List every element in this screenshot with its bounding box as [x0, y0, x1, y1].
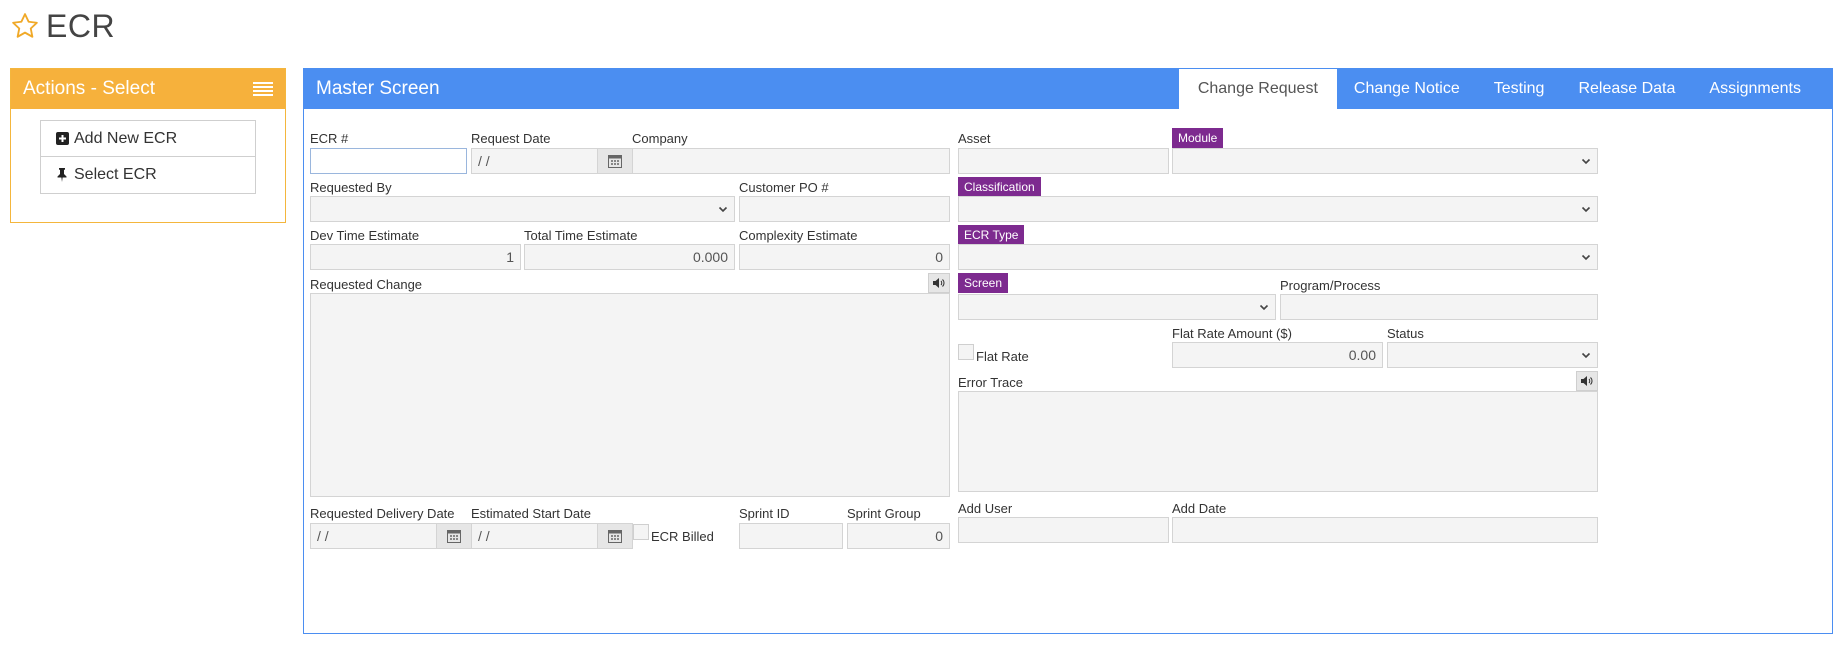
- page-header: ECR: [10, 6, 115, 46]
- add-date-input[interactable]: [1172, 517, 1598, 543]
- screen-label: Screen: [958, 273, 1009, 293]
- estimated-start-input[interactable]: / /: [471, 523, 598, 549]
- error-trace-label: Error Trace: [958, 375, 1024, 390]
- company-input[interactable]: [632, 148, 950, 174]
- company-label: Company: [632, 131, 688, 146]
- tab-bar: Change Request Change Notice Testing Rel…: [1178, 69, 1818, 109]
- ecr-billed-label: ECR Billed: [651, 529, 714, 544]
- chevron-down-icon: [1581, 254, 1591, 261]
- chevron-down-icon: [1259, 304, 1269, 311]
- chevron-down-icon: [1581, 206, 1591, 213]
- request-date-label: Request Date: [471, 131, 551, 146]
- chevron-down-icon: [718, 206, 728, 213]
- program-process-label: Program/Process: [1280, 278, 1381, 293]
- master-screen-panel: Master Screen Change Request Change Noti…: [303, 68, 1833, 634]
- asset-input[interactable]: [958, 148, 1169, 174]
- requested-delivery-input[interactable]: / /: [310, 523, 437, 549]
- customer-po-label: Customer PO #: [739, 180, 829, 195]
- customer-po-input[interactable]: [739, 196, 950, 222]
- actions-list: Add New ECR Select ECR: [40, 120, 256, 194]
- add-new-ecr-button[interactable]: Add New ECR: [40, 120, 256, 157]
- star-outline-icon[interactable]: [10, 11, 40, 41]
- tab-change-request[interactable]: Change Request: [1178, 69, 1337, 109]
- ecr-billed-checkbox[interactable]: [633, 524, 649, 540]
- plus-square-icon: [55, 132, 69, 146]
- complexity-label: Complexity Estimate: [739, 228, 858, 243]
- master-header: Master Screen Change Request Change Noti…: [304, 69, 1832, 109]
- tab-change-notice[interactable]: Change Notice: [1337, 69, 1477, 109]
- flat-rate-label: Flat Rate: [976, 349, 1029, 364]
- page-title: ECR: [46, 7, 116, 44]
- master-title: Master Screen: [316, 78, 440, 99]
- sprint-id-label: Sprint ID: [739, 506, 790, 521]
- speaker-icon[interactable]: [928, 273, 950, 293]
- calendar-icon[interactable]: [436, 523, 472, 549]
- calendar-icon[interactable]: [597, 148, 633, 174]
- tab-release-data[interactable]: Release Data: [1561, 69, 1692, 109]
- speaker-icon[interactable]: [1576, 371, 1598, 391]
- ecr-type-label: ECR Type: [958, 225, 1025, 245]
- requested-change-label: Requested Change: [310, 277, 423, 292]
- ecr-number-input[interactable]: [310, 148, 467, 174]
- ecr-number-label: ECR #: [310, 131, 349, 146]
- classification-select[interactable]: [958, 196, 1598, 222]
- actions-header: Actions - Select: [11, 69, 285, 109]
- calendar-icon[interactable]: [597, 523, 633, 549]
- request-date-input[interactable]: / /: [471, 148, 598, 174]
- sprint-group-label: Sprint Group: [847, 506, 921, 521]
- module-label: Module: [1172, 128, 1224, 148]
- add-user-label: Add User: [958, 501, 1013, 516]
- status-select[interactable]: [1387, 342, 1598, 368]
- dev-time-label: Dev Time Estimate: [310, 228, 420, 243]
- estimated-start-label: Estimated Start Date: [471, 506, 591, 521]
- module-select[interactable]: [1172, 148, 1598, 174]
- add-new-ecr-label: Add New ECR: [74, 129, 178, 147]
- tab-testing[interactable]: Testing: [1477, 69, 1562, 109]
- actions-panel: Actions - Select Add New ECR Select ECR: [10, 68, 286, 223]
- program-process-input[interactable]: [1280, 294, 1598, 320]
- requested-delivery-label: Requested Delivery Date: [310, 506, 455, 521]
- select-ecr-label: Select ECR: [74, 166, 157, 183]
- pushpin-icon: [55, 168, 69, 182]
- flat-rate-amount-label: Flat Rate Amount ($): [1172, 326, 1292, 341]
- actions-title: Actions - Select: [23, 78, 155, 99]
- status-label: Status: [1387, 326, 1424, 341]
- error-trace-textarea[interactable]: [958, 391, 1598, 492]
- asset-label: Asset: [958, 131, 991, 146]
- requested-by-select[interactable]: [310, 196, 735, 222]
- classification-label: Classification: [958, 177, 1041, 197]
- sprint-group-input[interactable]: 0: [847, 523, 950, 549]
- menu-icon[interactable]: [253, 82, 273, 96]
- flat-rate-amount-input[interactable]: 0.00: [1172, 342, 1383, 368]
- requested-change-textarea[interactable]: [310, 293, 950, 497]
- requested-by-label: Requested By: [310, 180, 392, 195]
- add-date-label: Add Date: [1172, 501, 1227, 516]
- complexity-input[interactable]: 0: [739, 244, 950, 270]
- dev-time-input[interactable]: 1: [310, 244, 521, 270]
- flat-rate-checkbox[interactable]: [958, 344, 974, 360]
- add-user-input[interactable]: [958, 517, 1169, 543]
- screen-select[interactable]: [958, 294, 1276, 320]
- total-time-input[interactable]: 0.000: [524, 244, 735, 270]
- sprint-id-input[interactable]: [739, 523, 843, 549]
- ecr-type-select[interactable]: [958, 244, 1598, 270]
- chevron-down-icon: [1581, 352, 1591, 359]
- tab-assignments[interactable]: Assignments: [1692, 69, 1818, 109]
- total-time-label: Total Time Estimate: [524, 228, 638, 243]
- form-body: ECR # Request Date / / Company Asset Mod…: [304, 109, 1832, 633]
- select-ecr-button[interactable]: Select ECR: [40, 157, 256, 194]
- chevron-down-icon: [1581, 158, 1591, 165]
